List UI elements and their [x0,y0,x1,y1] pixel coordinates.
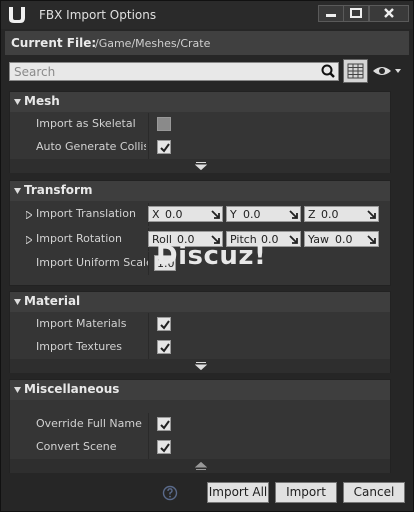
import-textures-checkbox[interactable] [157,340,171,354]
override-full-name-checkbox[interactable] [157,417,171,431]
mesh-category: Mesh Import as Skeletal Auto Generate Co… [9,91,391,173]
property-label: Import Textures [36,340,123,353]
column-divider [148,252,149,275]
current-file-bar: Current File: /Game/Meshes/Crate [5,31,409,55]
property-row-convert-scene: Convert Scene [10,436,390,459]
collapse-arrow-icon [14,387,21,393]
expand-arrow-icon[interactable] [26,236,32,244]
material-category: Material Import Materials Import Texture… [9,291,391,373]
drag-grip-icon[interactable] [211,210,220,219]
translation-z-field[interactable]: Z 0.0 [304,206,379,222]
cancel-button[interactable]: Cancel [343,482,405,503]
column-divider [148,113,149,136]
auto-generate-collision-checkbox[interactable] [157,140,171,154]
miscellaneous-category: Miscellaneous Override Full Name Convert… [9,379,391,473]
table-icon [347,63,364,79]
advanced-expander[interactable] [10,159,390,173]
maximize-icon [350,8,362,18]
property-label: Override Full Name [36,417,142,430]
property-label: Convert Scene [36,440,117,453]
material-category-header[interactable]: Material [10,292,390,312]
property-row-auto-generate-collision: Auto Generate Collisi [10,136,390,159]
property-matrix-button[interactable] [343,59,368,83]
search-placeholder: Search [14,65,56,79]
property-label: Import Materials [36,317,127,330]
convert-scene-checkbox[interactable] [157,440,171,454]
expand-advanced-icon [195,162,207,170]
property-row-import-as-skeletal: Import as Skeletal [10,113,390,136]
axis-label: Y [230,208,237,221]
watermark-text: Discuz! [156,241,267,271]
checkmark-icon [160,320,170,330]
field-value: 0.0 [165,208,183,221]
property-row-import-textures: Import Textures [10,336,390,359]
checkmark-icon [160,143,170,153]
axis-label: Z [308,208,316,221]
property-row-import-materials: Import Materials [10,313,390,336]
view-options-eye-icon[interactable] [372,64,404,78]
minimize-button[interactable] [318,5,344,22]
rotation-yaw-field[interactable]: Yaw 0.0 [304,231,379,247]
search-input[interactable]: Search [9,62,339,81]
miscellaneous-category-header[interactable]: Miscellaneous [10,380,390,400]
drag-grip-icon[interactable] [289,210,298,219]
axis-label: Yaw [308,233,329,246]
checkmark-icon [160,420,170,430]
current-file-label: Current File: [11,36,97,50]
collapse-arrow-icon [14,99,21,105]
translation-x-field[interactable]: X 0.0 [148,206,223,222]
property-label: Import Rotation [36,232,123,245]
translation-y-field[interactable]: Y 0.0 [226,206,301,222]
checkmark-icon [160,343,170,353]
column-divider [148,413,149,436]
advanced-collapser[interactable] [10,459,390,473]
column-divider [148,136,149,159]
field-value: 0.0 [243,208,261,221]
expand-arrow-icon[interactable] [26,211,32,219]
search-icon[interactable] [320,64,336,80]
help-icon[interactable] [162,485,178,501]
checkmark-icon [160,443,170,453]
column-divider [148,336,149,359]
property-row-override-full-name: Override Full Name [10,413,390,436]
import-options-window: FBX Import Options Current File: /Game/M… [0,0,414,512]
miscellaneous-category-title: Miscellaneous [24,382,120,396]
advanced-expander[interactable] [10,359,390,373]
expand-advanced-icon [195,362,207,370]
property-label: Import Translation [36,207,136,220]
drag-grip-icon[interactable] [367,235,376,244]
axis-label: X [152,208,160,221]
import-as-skeletal-checkbox[interactable] [157,117,171,131]
close-icon [384,8,394,18]
close-button[interactable] [369,5,409,22]
column-divider [148,436,149,459]
import-all-button[interactable]: Import All [207,482,269,503]
property-label: Import Uniform Scale [36,256,148,269]
column-divider [148,313,149,336]
window-title: FBX Import Options [39,8,157,22]
collapse-arrow-icon [14,188,21,194]
transform-category-title: Transform [24,183,93,197]
title-bar[interactable]: FBX Import Options [1,1,413,29]
unreal-logo-icon [9,7,25,23]
minimize-icon [326,14,336,17]
import-materials-checkbox[interactable] [157,317,171,331]
field-value: 0.0 [335,233,353,246]
drag-grip-icon[interactable] [367,210,376,219]
property-label: Import as Skeletal [36,117,136,130]
field-value: 0.0 [321,208,339,221]
import-button[interactable]: Import [275,482,337,503]
drag-grip-icon[interactable] [289,235,298,244]
current-file-path: /Game/Meshes/Crate [95,37,211,50]
collapse-advanced-icon [195,462,207,470]
mesh-category-title: Mesh [24,94,60,108]
property-row-import-translation: Import Translation X 0.0 Y 0.0 Z 0.0 [10,203,390,226]
property-label: Auto Generate Collisi [36,140,146,153]
mesh-category-header[interactable]: Mesh [10,92,390,112]
maximize-button[interactable] [343,5,369,22]
collapse-arrow-icon [14,299,21,305]
material-category-title: Material [24,294,81,308]
transform-category-header[interactable]: Transform [10,181,390,201]
